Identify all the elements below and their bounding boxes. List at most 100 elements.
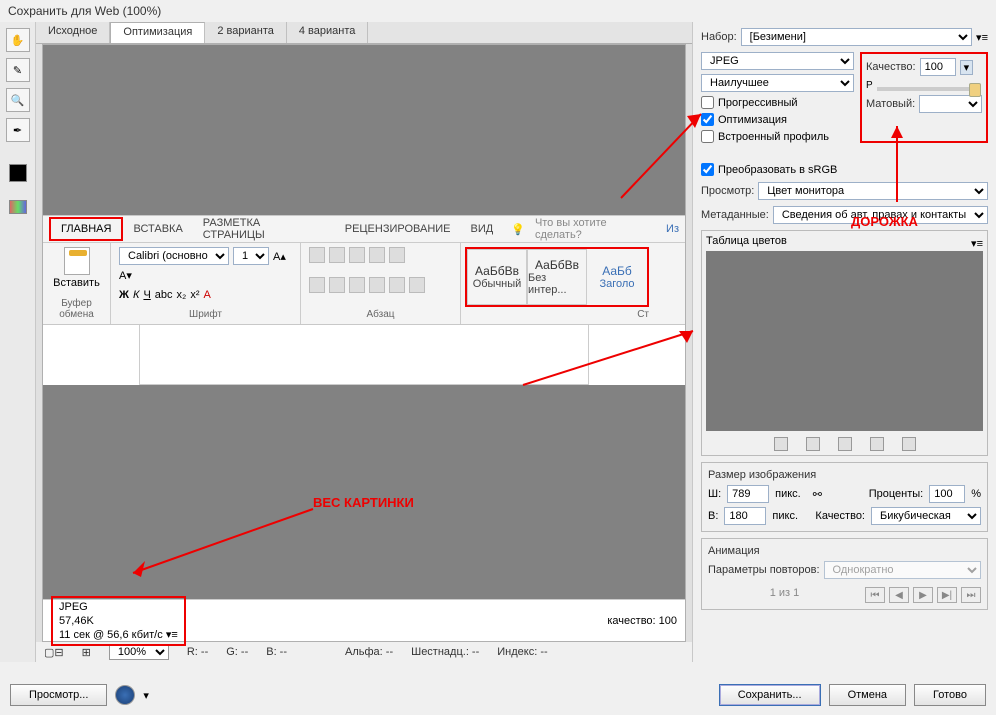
shading-icon[interactable]: [409, 277, 425, 293]
width-input[interactable]: [727, 485, 769, 503]
italic-icon[interactable]: К: [133, 289, 139, 301]
zoom-out-icon[interactable]: ▢⊟: [44, 646, 64, 659]
play-icon[interactable]: ▶: [913, 587, 933, 603]
info-format: JPEG: [59, 600, 178, 614]
word-right-label: Из: [666, 223, 679, 235]
status-g: G: --: [226, 646, 248, 658]
zoom-select[interactable]: 100%: [109, 644, 169, 660]
styles-gallery[interactable]: АаБбВвОбычный АаБбВвБез интер... АаБбЗаг…: [465, 247, 649, 307]
ct-trash-icon[interactable]: [902, 437, 916, 451]
decrease-font-icon[interactable]: A▾: [119, 269, 132, 282]
eyedropper-tool-icon[interactable]: ✒: [6, 118, 30, 142]
window-title: Сохранить для Web (100%): [0, 0, 996, 22]
hand-tool-icon[interactable]: ✋: [6, 28, 30, 52]
optimize-check[interactable]: [701, 113, 714, 126]
group-font-label: Шрифт: [119, 309, 292, 320]
speed-menu-icon[interactable]: ▾≡: [166, 629, 178, 641]
align-right-icon[interactable]: [349, 277, 365, 293]
height-input[interactable]: [724, 507, 766, 525]
zoom-tool-icon[interactable]: 🔍: [6, 88, 30, 112]
underline-icon[interactable]: Ч: [143, 289, 150, 301]
browser-icon[interactable]: [115, 685, 135, 705]
font-size-select[interactable]: 11: [233, 247, 269, 265]
last-frame-icon[interactable]: ⏭: [961, 587, 981, 603]
info-size: 57,46K: [59, 614, 178, 628]
font-name-select[interactable]: Calibri (основной): [119, 247, 229, 265]
percent-input[interactable]: [929, 485, 965, 503]
srgb-check[interactable]: [701, 163, 714, 176]
preview-button[interactable]: Просмотр...: [10, 684, 107, 706]
align-center-icon[interactable]: [329, 277, 345, 293]
image-size-box: Размер изображения Ш: пикс. ⚯ Проценты: …: [701, 462, 988, 532]
tab-4up[interactable]: 4 варианта: [287, 22, 369, 43]
annotation-track: ДОРОЖКА: [851, 214, 918, 229]
quality-label: Качество:: [866, 61, 916, 73]
done-button[interactable]: Готово: [914, 684, 986, 706]
tab-optimized[interactable]: Оптимизация: [110, 22, 205, 43]
frame-indicator: 1 из 1: [708, 587, 861, 599]
resample-select[interactable]: Бикубическая: [871, 507, 981, 525]
left-toolbar: ✋ ✎ 🔍 ✒: [0, 22, 36, 662]
foreground-swatch[interactable]: [9, 164, 27, 182]
font-color-icon[interactable]: A: [203, 289, 210, 301]
multilevel-icon[interactable]: [349, 247, 365, 263]
save-button[interactable]: Сохранить...: [719, 684, 821, 706]
preset-label: Набор:: [701, 31, 737, 43]
next-frame-icon[interactable]: ▶|: [937, 587, 957, 603]
justify-icon[interactable]: [369, 277, 385, 293]
increase-font-icon[interactable]: A▴: [273, 250, 286, 263]
prev-frame-icon[interactable]: ◀: [889, 587, 909, 603]
preset-select[interactable]: [Безимени]: [741, 28, 972, 46]
matte-label: Матовый:: [866, 98, 915, 110]
format-select[interactable]: JPEG: [701, 52, 854, 70]
preview-select[interactable]: Цвет монитора: [758, 182, 988, 200]
indent-inc-icon[interactable]: [389, 247, 405, 263]
ct-map-icon[interactable]: [806, 437, 820, 451]
indent-dec-icon[interactable]: [369, 247, 385, 263]
word-tab-view[interactable]: ВИД: [461, 219, 504, 239]
color-table-menu-icon[interactable]: ▾≡: [971, 237, 983, 250]
word-tab-home[interactable]: ГЛАВНАЯ: [49, 217, 123, 241]
first-frame-icon[interactable]: ⏮: [865, 587, 885, 603]
mode-swatch[interactable]: [9, 200, 27, 214]
quality-slider[interactable]: [877, 87, 977, 91]
paste-button[interactable]: Вставить: [51, 247, 102, 289]
link-icon[interactable]: ⚯: [813, 488, 822, 501]
word-tab-review[interactable]: РЕЦЕНЗИРОВАНИЕ: [335, 219, 461, 239]
matte-select[interactable]: [919, 95, 982, 113]
tab-original[interactable]: Исходное: [36, 22, 110, 43]
animation-box: Анимация Параметры повторов: Однократно …: [701, 538, 988, 610]
loop-label: Параметры повторов:: [708, 564, 820, 576]
word-tellme[interactable]: Что вы хотите сделать?: [525, 213, 666, 245]
bold-icon[interactable]: Ж: [119, 289, 129, 301]
zoom-in-icon[interactable]: ⊞: [82, 646, 91, 659]
status-r: R: --: [187, 646, 208, 658]
ct-lock-icon[interactable]: [838, 437, 852, 451]
word-tab-insert[interactable]: ВСТАВКА: [123, 219, 192, 239]
browser-dropdown-icon[interactable]: ▾: [143, 689, 149, 702]
preview-blank-mid: ВЕС КАРТИНКИ: [43, 385, 685, 599]
color-table-swatch: [706, 251, 983, 431]
tab-2up[interactable]: 2 варианта: [205, 22, 287, 43]
align-left-icon[interactable]: [309, 277, 325, 293]
cancel-button[interactable]: Отмена: [829, 684, 906, 706]
ct-new-icon[interactable]: [870, 437, 884, 451]
progressive-check[interactable]: [701, 96, 714, 109]
quality-dropdown-icon[interactable]: ▾: [960, 60, 974, 75]
numbering-icon[interactable]: [329, 247, 345, 263]
loop-select[interactable]: Однократно: [824, 561, 981, 579]
ct-select-icon[interactable]: [774, 437, 788, 451]
profile-check[interactable]: [701, 130, 714, 143]
bullets-icon[interactable]: [309, 247, 325, 263]
preview-tabs: Исходное Оптимизация 2 варианта 4 вариан…: [36, 22, 692, 44]
quality-preset-select[interactable]: Наилучшее: [701, 74, 854, 92]
sup-icon[interactable]: x²: [190, 289, 199, 301]
preset-menu-icon[interactable]: ▾≡: [976, 31, 988, 44]
line-spacing-icon[interactable]: [389, 277, 405, 293]
color-table-title: Таблица цветов: [706, 235, 787, 247]
brush-tool-icon[interactable]: ✎: [6, 58, 30, 82]
sub-icon[interactable]: x₂: [177, 289, 187, 301]
word-tab-layout[interactable]: РАЗМЕТКА СТРАНИЦЫ: [193, 213, 335, 245]
strike-icon[interactable]: abc: [155, 289, 173, 301]
quality-input[interactable]: [920, 58, 956, 76]
